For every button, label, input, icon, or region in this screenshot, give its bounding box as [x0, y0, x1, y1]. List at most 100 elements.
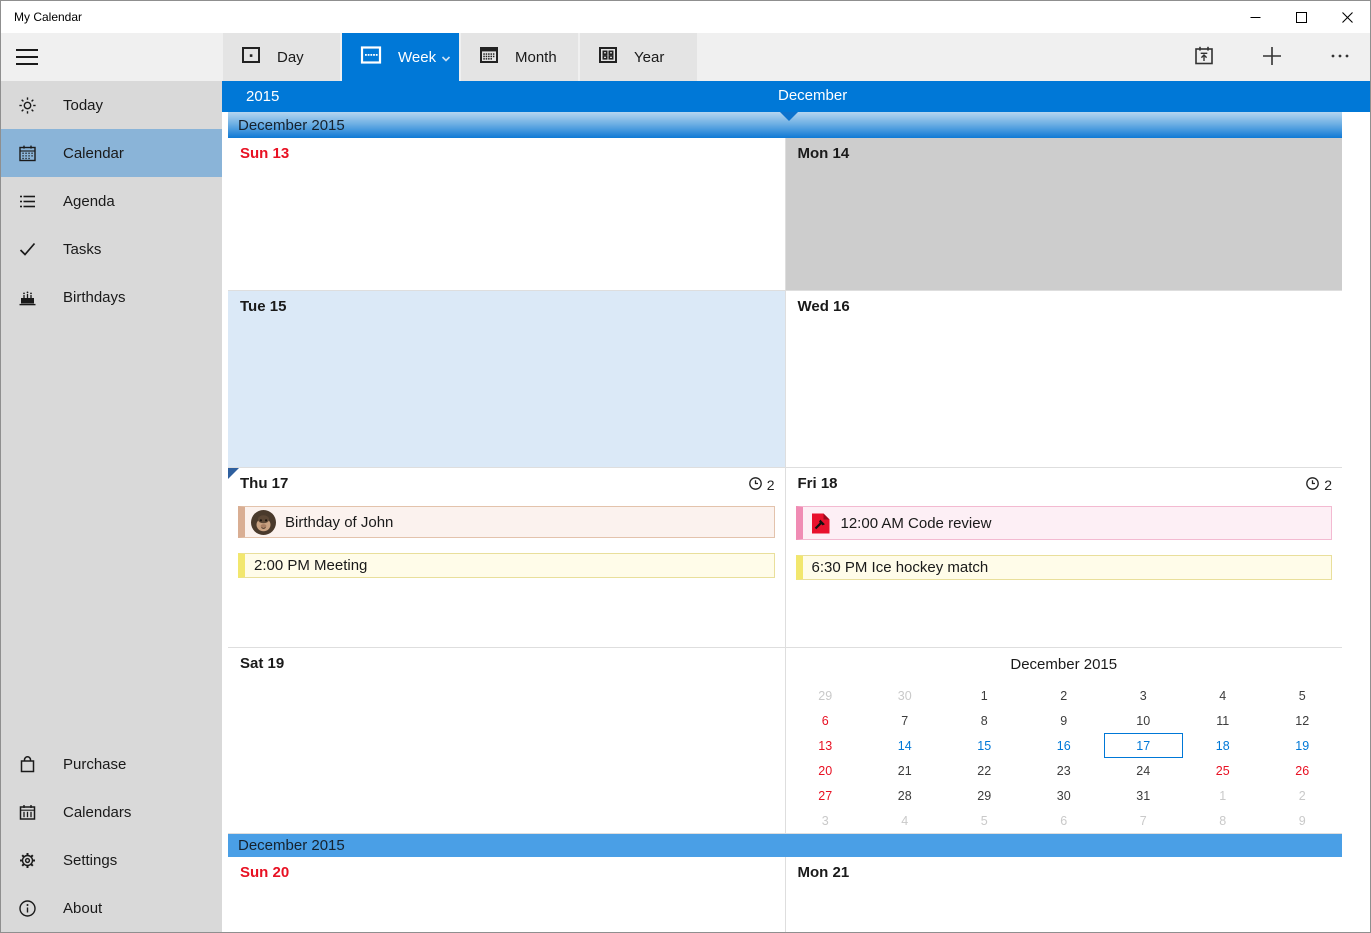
app-body: Today Calendar Agenda TasksBirthdays Purcha… [1, 33, 1370, 932]
mini-calendar-day[interactable]: 30 [865, 683, 945, 708]
mini-calendar-day[interactable]: 5 [1263, 683, 1343, 708]
more-icon [1327, 43, 1353, 72]
minimize-button[interactable] [1232, 1, 1278, 33]
goto-today-icon [1192, 44, 1216, 71]
mini-calendar-day[interactable]: 1 [945, 683, 1025, 708]
bag-icon [17, 754, 38, 775]
close-button[interactable] [1324, 1, 1370, 33]
day-view-icon [240, 44, 262, 70]
mini-calendar-day[interactable]: 14 [865, 733, 945, 758]
event-2-00-pm-meeting[interactable]: 2:00 PM Meeting [238, 553, 775, 578]
mini-calendar-day[interactable]: 16 [1024, 733, 1104, 758]
sidebar-item-about[interactable]: About [1, 884, 222, 932]
mini-calendar-day[interactable]: 24 [1104, 758, 1184, 783]
mini-calendar-day[interactable]: 20 [786, 758, 866, 783]
sidebar-item-settings[interactable]: Settings [1, 836, 222, 884]
mini-calendar-day[interactable]: 4 [865, 808, 945, 833]
mini-calendar-day[interactable]: 18 [1183, 733, 1263, 758]
mini-calendar-day[interactable]: 7 [1104, 808, 1184, 833]
mini-calendar-day[interactable]: 7 [865, 708, 945, 733]
mini-calendar-day[interactable]: 29 [945, 783, 1025, 808]
clock-icon [748, 476, 763, 494]
mini-calendar-day[interactable]: 11 [1183, 708, 1263, 733]
mini-calendar-day[interactable]: 6 [1024, 808, 1104, 833]
sidebar-item-tasks[interactable]: Tasks [1, 225, 222, 273]
mini-calendar-day[interactable]: 4 [1183, 683, 1263, 708]
mini-calendar-day[interactable]: 26 [1263, 758, 1343, 783]
mini-calendar-day[interactable]: 19 [1263, 733, 1343, 758]
day-label: Tue 15 [240, 298, 286, 315]
day-cell-header: Sat 19 [228, 648, 785, 672]
mini-calendar-day[interactable]: 25 [1183, 758, 1263, 783]
more-button[interactable] [1326, 43, 1354, 71]
day-cell-sun-20[interactable]: Sun 20 [228, 857, 786, 932]
tab-year[interactable]: Year [580, 33, 697, 81]
mini-calendar-title: December 2015 [786, 656, 1343, 683]
mini-calendar-day[interactable]: 6 [786, 708, 866, 733]
event-12-00-am-code-review[interactable]: 12:00 AM Code review [796, 506, 1333, 540]
day-cell-wed-16[interactable]: Wed 16 [786, 291, 1343, 467]
day-cell-sat-19[interactable]: Sat 19 [228, 648, 786, 833]
mini-calendar-day[interactable]: 10 [1104, 708, 1184, 733]
event-title: 12:00 AM Code review [841, 515, 992, 532]
tab-week[interactable]: Week [342, 33, 459, 81]
add-event-button[interactable] [1258, 43, 1286, 71]
mini-calendar-day[interactable]: 28 [865, 783, 945, 808]
mini-calendar-day[interactable]: 15 [945, 733, 1025, 758]
mini-calendar-day[interactable]: 12 [1263, 708, 1343, 733]
sidebar-item-calendars[interactable]: Calendars [1, 788, 222, 836]
mini-calendar-day[interactable]: 27 [786, 783, 866, 808]
tab-label: Year [634, 49, 664, 66]
hamburger-row [1, 33, 222, 81]
day-cell-tue-15[interactable]: Tue 15 [228, 291, 786, 467]
mini-calendar-day[interactable]: 21 [865, 758, 945, 783]
mini-calendar-day[interactable]: 3 [1104, 683, 1184, 708]
sidebar-item-label: Agenda [63, 193, 115, 210]
sidebar-item-birthdays[interactable]: Birthdays [1, 273, 222, 321]
mini-calendar-day[interactable]: 3 [786, 808, 866, 833]
maximize-button[interactable] [1278, 1, 1324, 33]
clock-icon [1305, 476, 1320, 494]
hamburger-menu-button[interactable] [16, 49, 38, 65]
mini-calendar-day[interactable]: 1 [1183, 783, 1263, 808]
sidebar-item-calendar[interactable]: Calendar [1, 129, 222, 177]
day-label: Sun 20 [240, 864, 289, 881]
event-count-badge: 2 [1305, 476, 1332, 494]
sidebar-item-label: Calendar [63, 145, 124, 162]
mini-calendar-day[interactable]: 22 [945, 758, 1025, 783]
year-view-icon [597, 44, 619, 70]
sidebar-item-today[interactable]: Today [1, 81, 222, 129]
day-cell-mon-21[interactable]: Mon 21 [786, 857, 1343, 932]
mini-calendar-day[interactable]: 23 [1024, 758, 1104, 783]
tab-month[interactable]: Month [461, 33, 578, 81]
mini-calendar-day[interactable]: 2 [1024, 683, 1104, 708]
header-year[interactable]: 2015 [246, 88, 279, 105]
mini-calendar-day[interactable]: 9 [1024, 708, 1104, 733]
goto-today-button[interactable] [1190, 43, 1218, 71]
mini-calendar-day[interactable]: 31 [1104, 783, 1184, 808]
day-cell-mon-14[interactable]: Mon 14 [786, 138, 1343, 290]
sidebar-item-purchase[interactable]: Purchase [1, 740, 222, 788]
day-cell-header: Mon 14 [786, 138, 1343, 162]
mini-calendar-day[interactable]: 30 [1024, 783, 1104, 808]
sidebar-item-agenda[interactable]: Agenda [1, 177, 222, 225]
mini-calendar-day[interactable]: 8 [1183, 808, 1263, 833]
event-6-30-pm-ice-hockey-match[interactable]: 6:30 PM Ice hockey match [796, 555, 1333, 580]
mini-calendar-day[interactable]: 13 [786, 733, 866, 758]
view-tabs: DayWeekMonth Year [222, 33, 697, 81]
day-cell-sun-13[interactable]: Sun 13 [228, 138, 786, 290]
mini-calendar-day-selected[interactable]: 17 [1104, 733, 1184, 758]
date-header-bar: 2015 December [222, 81, 1370, 112]
day-cell-thu-17[interactable]: Thu 172Birthday of John2:00 PM Meeting [228, 468, 786, 647]
day-cell-fri-18[interactable]: Fri 18212:00 AM Code review6:30 PM Ice h… [786, 468, 1343, 647]
event-birthday-of-john[interactable]: Birthday of John [238, 506, 775, 538]
tab-day[interactable]: Day [223, 33, 340, 81]
header-month[interactable]: December [778, 87, 847, 104]
day-cell-header: Wed 16 [786, 291, 1343, 315]
mini-calendar-day[interactable]: 9 [1263, 808, 1343, 833]
mini-calendar-day[interactable]: 5 [945, 808, 1025, 833]
mini-calendar-day[interactable]: 2 [1263, 783, 1343, 808]
mini-calendar-day[interactable]: 29 [786, 683, 866, 708]
mini-calendar-day[interactable]: 8 [945, 708, 1025, 733]
window-controls [1232, 1, 1370, 33]
